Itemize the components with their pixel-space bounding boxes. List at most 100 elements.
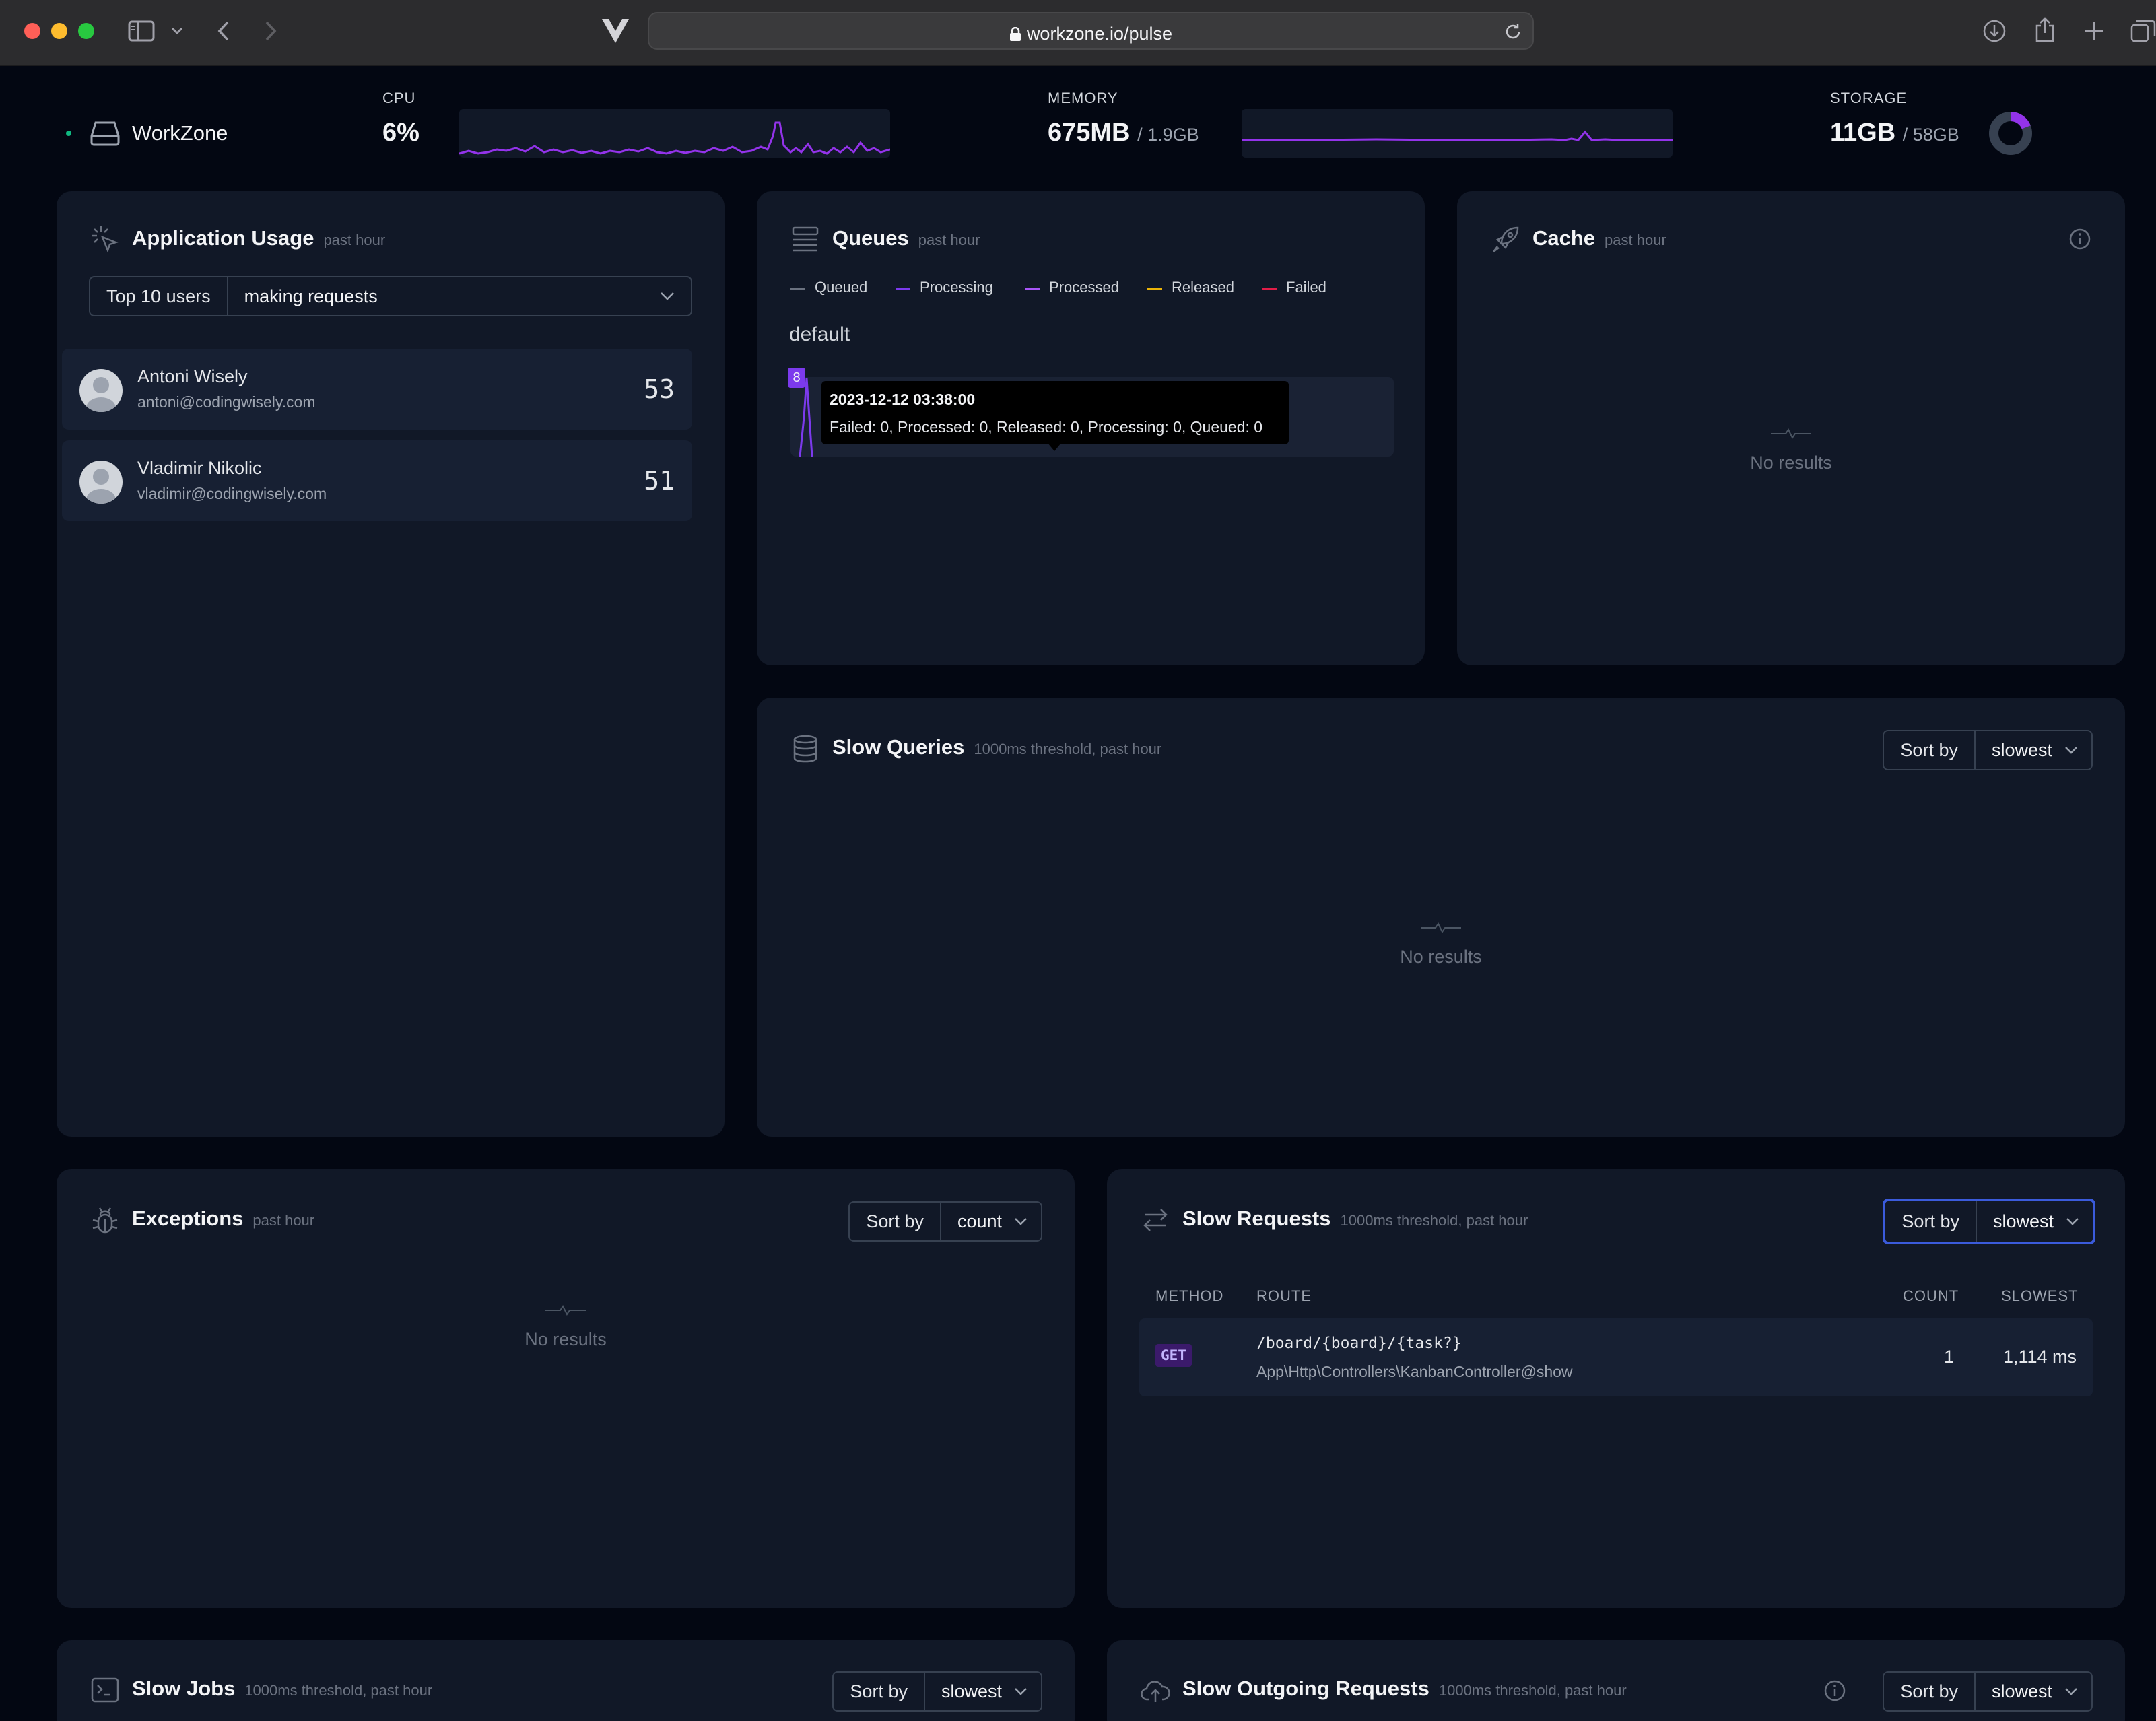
legend-processing: Processing: [896, 279, 993, 296]
info-icon[interactable]: [1823, 1679, 1846, 1702]
storage-used: 11GB: [1830, 119, 1896, 147]
user-name: Vladimir Nikolic: [137, 458, 262, 478]
slow-queries-subtitle: 1000ms threshold, past hour: [974, 741, 1162, 757]
memory-total: / 1.9GB: [1137, 125, 1199, 145]
sort-value: slowest: [1991, 739, 2052, 760]
sidebar-toggle-icon[interactable]: [128, 20, 155, 42]
slow-queries-sort[interactable]: Sort by slowest: [1883, 730, 2093, 770]
queue-name: default: [789, 323, 850, 345]
sort-select[interactable]: slowest: [1977, 1201, 2093, 1242]
slow-jobs-sort[interactable]: Sort by slowest: [832, 1671, 1042, 1712]
legend-processed: Processed: [1025, 279, 1119, 296]
user-email: vladimir@codingwisely.com: [137, 485, 327, 502]
legend-failed-label: Failed: [1286, 279, 1326, 296]
database-icon: [793, 735, 817, 763]
cloud-upload-icon: [1141, 1681, 1170, 1702]
exceptions-title-text: Exceptions: [132, 1207, 244, 1230]
slow-jobs-title-text: Slow Jobs: [132, 1677, 236, 1700]
slow-requests-sort[interactable]: Sort by slowest: [1883, 1199, 2095, 1244]
tooltip-time: 2023-12-12 03:38:00: [830, 391, 976, 408]
arrows-right-left-icon: [1143, 1209, 1168, 1231]
slow-requests-subtitle: 1000ms threshold, past hour: [1340, 1212, 1528, 1229]
memory-sparkline: [1242, 109, 1673, 158]
table-row[interactable]: GET /board/{board}/{task?} App\Http\Cont…: [1139, 1318, 2093, 1396]
storage-value: 11GB / 58GB: [1830, 119, 1959, 147]
legend-failed: Failed: [1262, 279, 1326, 296]
memory-used: 675MB: [1048, 119, 1131, 147]
reload-icon[interactable]: [1503, 22, 1523, 42]
cpu-value: 6%: [382, 119, 419, 147]
slow-outgoing-requests-card: Slow Outgoing Requests 1000ms threshold, …: [1107, 1640, 2125, 1721]
close-window-button[interactable]: [24, 23, 40, 39]
slow-outgoing-title: Slow Outgoing Requests 1000ms threshold, …: [1182, 1677, 1627, 1701]
sort-label: Sort by: [1885, 1201, 1977, 1242]
column-header-slowest: SLOWEST: [2001, 1287, 2079, 1304]
rocket-icon: [1493, 226, 1519, 252]
chevron-down-icon: [2065, 747, 2077, 754]
chart-tooltip: 2023-12-12 03:38:00 Failed: 0, Processed…: [821, 381, 1289, 444]
queues-title: Queues past hour: [832, 226, 980, 250]
pulse-icon: [1771, 428, 1811, 439]
application-usage-subtitle: past hour: [323, 232, 386, 248]
new-tab-icon[interactable]: [2083, 20, 2105, 42]
column-header-count: COUNT: [1903, 1287, 1959, 1304]
queues-subtitle: past hour: [918, 232, 980, 248]
sort-select[interactable]: slowest: [1976, 1673, 2091, 1710]
chevron-down-icon: [2066, 1218, 2079, 1225]
avatar: [79, 369, 123, 412]
memory-value: 675MB / 1.9GB: [1048, 119, 1199, 147]
user-name: Antoni Wisely: [137, 366, 248, 386]
sort-select[interactable]: slowest: [925, 1673, 1041, 1710]
address-bar[interactable]: workzone.io/pulse: [648, 12, 1534, 50]
slow-jobs-title: Slow Jobs 1000ms threshold, past hour: [132, 1677, 432, 1701]
sort-value: slowest: [1992, 1211, 2054, 1231]
exceptions-sort[interactable]: Sort by count: [848, 1201, 1042, 1242]
cache-title: Cache past hour: [1532, 226, 1666, 250]
user-row: Vladimir Nikolic vladimir@codingwisely.c…: [62, 440, 692, 521]
tab-overview-icon[interactable]: [2130, 19, 2156, 43]
chevron-down-icon: [1015, 1218, 1027, 1225]
slow-queries-card: Slow Queries 1000ms threshold, past hour …: [757, 698, 2125, 1137]
usage-filter-select[interactable]: making requests: [228, 277, 691, 315]
cache-empty-state: No results: [1457, 427, 2125, 473]
user-row: Antoni Wisely antoni@codingwisely.com 53: [62, 349, 692, 430]
slow-requests-title: Slow Requests 1000ms threshold, past hour: [1182, 1207, 1528, 1231]
sort-label: Sort by: [1884, 1673, 1976, 1710]
chevron-down-icon: [2065, 1688, 2077, 1695]
status-indicator: [66, 131, 71, 136]
legend-queued: Queued: [790, 279, 867, 296]
info-icon[interactable]: [2068, 228, 2091, 250]
downloads-icon[interactable]: [1982, 19, 2007, 43]
route-action: App\Http\Controllers\KanbanController@sh…: [1256, 1363, 1573, 1380]
sort-label: Sort by: [834, 1673, 925, 1710]
chevron-down-icon[interactable]: [171, 27, 183, 35]
terminal-icon: [91, 1677, 119, 1703]
slow-outgoing-sort[interactable]: Sort by slowest: [1883, 1671, 2093, 1712]
column-header-route: ROUTE: [1256, 1287, 1312, 1304]
sort-select[interactable]: slowest: [1976, 731, 2091, 769]
forward-arrow-icon[interactable]: [264, 20, 277, 42]
slow-queries-empty-state: No results: [757, 921, 2125, 968]
application-usage-title: Application Usage past hour: [132, 226, 385, 250]
url-text: workzone.io/pulse: [649, 24, 1532, 44]
cpu-label: CPU: [382, 90, 416, 106]
lock-icon: [1009, 26, 1021, 41]
browser-toolbar: workzone.io/pulse: [0, 0, 2156, 66]
storage-donut: [1989, 112, 2032, 155]
usage-filter[interactable]: Top 10 users making requests: [89, 276, 692, 316]
slow-queries-empty-text: No results: [1400, 947, 1482, 967]
exceptions-title: Exceptions past hour: [132, 1207, 314, 1231]
user-email: antoni@codingwisely.com: [137, 393, 316, 411]
minimize-window-button[interactable]: [51, 23, 67, 39]
sort-label: Sort by: [1884, 731, 1976, 769]
bug-icon: [92, 1207, 118, 1234]
back-arrow-icon[interactable]: [217, 20, 230, 42]
slow-requests-title-text: Slow Requests: [1182, 1207, 1331, 1230]
share-icon[interactable]: [2033, 16, 2056, 43]
sort-select[interactable]: count: [941, 1203, 1041, 1240]
slow-queries-title: Slow Queries 1000ms threshold, past hour: [832, 735, 1161, 760]
application-usage-card: Application Usage past hour Top 10 users …: [57, 191, 725, 1137]
queue-max-badge: 8: [788, 368, 805, 388]
request-slowest: 1,114 ms: [2002, 1347, 2077, 1367]
zoom-window-button[interactable]: [78, 23, 94, 39]
